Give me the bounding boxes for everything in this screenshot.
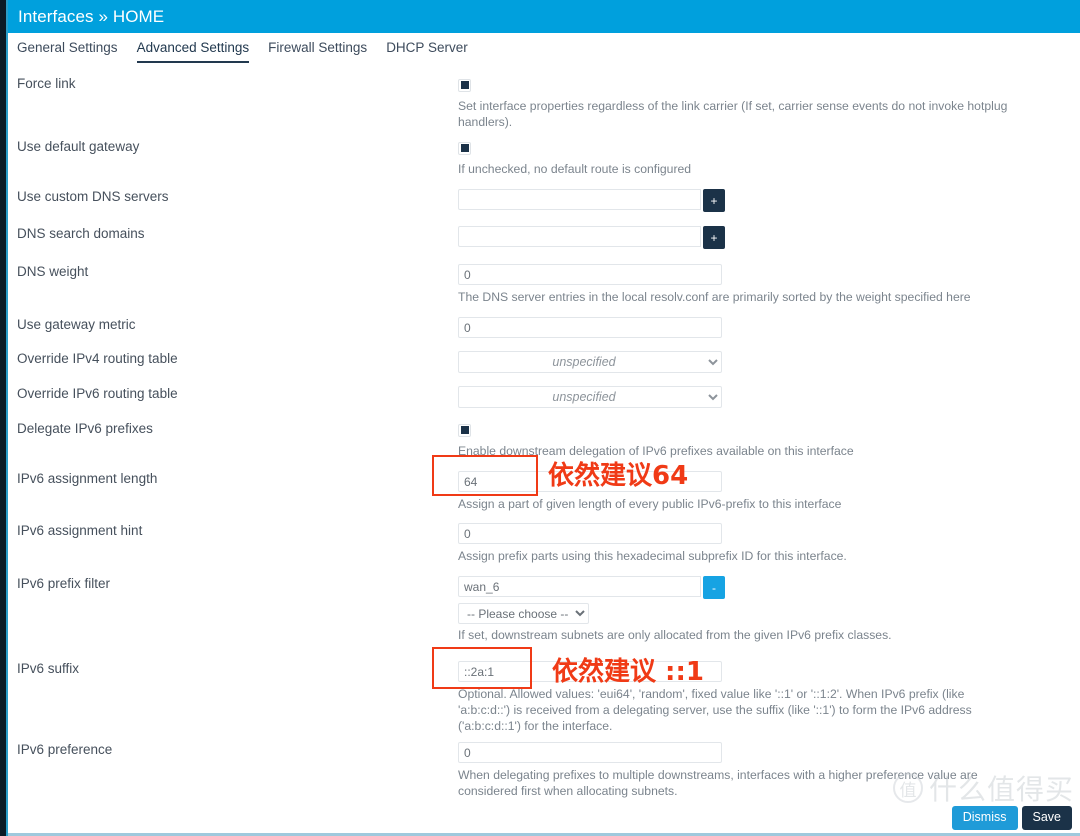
advanced-settings-form: Force link Set interface properties rega… (8, 66, 1080, 836)
override-ipv6-table-select[interactable]: unspecified (458, 386, 722, 408)
custom-dns-input-group: + (458, 189, 1073, 212)
ipv6-prefix-filter-input[interactable] (458, 576, 701, 597)
use-default-gateway-checkbox[interactable] (458, 141, 471, 155)
help-ipv6-prefix-filter: If set, downstream subnets are only allo… (458, 628, 892, 642)
tab-general-settings[interactable]: General Settings (17, 40, 118, 63)
save-button[interactable]: Save (1021, 806, 1072, 830)
tab-firewall-settings[interactable]: Firewall Settings (268, 40, 367, 63)
label-delegate-ipv6-prefixes: Delegate IPv6 prefixes (17, 421, 153, 436)
label-gateway-metric: Use gateway metric (17, 317, 136, 332)
label-ipv6-suffix: IPv6 suffix (17, 661, 80, 676)
tab-dhcp-server[interactable]: DHCP Server (386, 40, 468, 63)
label-dns-weight: DNS weight (17, 264, 89, 279)
page-header: Interfaces » HOME (8, 0, 1080, 33)
label-override-ipv6-table: Override IPv6 routing table (17, 386, 178, 401)
help-ipv6-assignment-length: Assign a part of given length of every p… (458, 497, 842, 511)
label-force-link: Force link (17, 76, 76, 91)
override-ipv4-table-select[interactable]: unspecified (458, 351, 722, 373)
ipv6-preference-input[interactable] (458, 742, 722, 763)
dns-search-add-button[interactable]: + (703, 226, 725, 249)
label-ipv6-assignment-length: IPv6 assignment length (17, 471, 158, 486)
label-ipv6-assignment-hint: IPv6 assignment hint (17, 523, 143, 538)
label-custom-dns-servers: Use custom DNS servers (17, 189, 169, 204)
interface-config-page: Interfaces » HOME General Settings Advan… (0, 0, 1080, 836)
checkbox-mark-icon (460, 81, 469, 89)
custom-dns-add-button[interactable]: + (703, 189, 725, 212)
help-ipv6-preference: When delegating prefixes to multiple dow… (458, 768, 978, 798)
page-title: Interfaces » HOME (18, 6, 165, 26)
tab-advanced-settings[interactable]: Advanced Settings (136, 40, 250, 63)
ipv6-prefix-filter-input-group: - (458, 576, 1073, 599)
help-use-default-gateway: If unchecked, no default route is config… (458, 162, 692, 176)
ipv6-assignment-length-input[interactable] (458, 471, 722, 492)
label-override-ipv4-table: Override IPv4 routing table (17, 351, 178, 366)
dns-weight-input[interactable] (458, 264, 722, 285)
checkbox-mark-icon (460, 144, 469, 152)
ipv6-suffix-input[interactable] (458, 661, 722, 682)
label-use-default-gateway: Use default gateway (17, 139, 140, 154)
dismiss-button[interactable]: Dismiss (951, 806, 1018, 830)
help-ipv6-suffix: Optional. Allowed values: 'eui64', 'rand… (458, 687, 972, 733)
help-ipv6-assignment-hint: Assign prefix parts using this hexadecim… (458, 549, 847, 563)
help-delegate-ipv6-prefixes: Enable downstream delegation of IPv6 pre… (458, 444, 854, 458)
help-dns-weight: The DNS server entries in the local reso… (458, 290, 971, 304)
label-dns-search-domains: DNS search domains (17, 226, 145, 241)
label-ipv6-preference: IPv6 preference (17, 742, 113, 757)
gateway-metric-input[interactable] (458, 317, 722, 338)
checkbox-mark-icon (460, 426, 469, 434)
force-link-checkbox[interactable] (458, 78, 471, 92)
custom-dns-input[interactable] (458, 189, 701, 210)
delegate-ipv6-checkbox[interactable] (458, 423, 471, 437)
ipv6-prefix-filter-remove-button[interactable]: - (703, 576, 725, 599)
ipv6-assignment-hint-input[interactable] (458, 523, 722, 544)
dns-search-input-group: + (458, 226, 1073, 249)
label-ipv6-prefix-filter: IPv6 prefix filter (17, 576, 111, 591)
form-actions: Dismiss Save (951, 806, 1072, 830)
settings-tabs: General Settings Advanced Settings Firew… (8, 33, 1080, 63)
dns-search-input[interactable] (458, 226, 701, 247)
ipv6-prefix-class-select[interactable]: -- Please choose -- (458, 603, 589, 624)
help-force-link: Set interface properties regardless of t… (458, 99, 1008, 129)
